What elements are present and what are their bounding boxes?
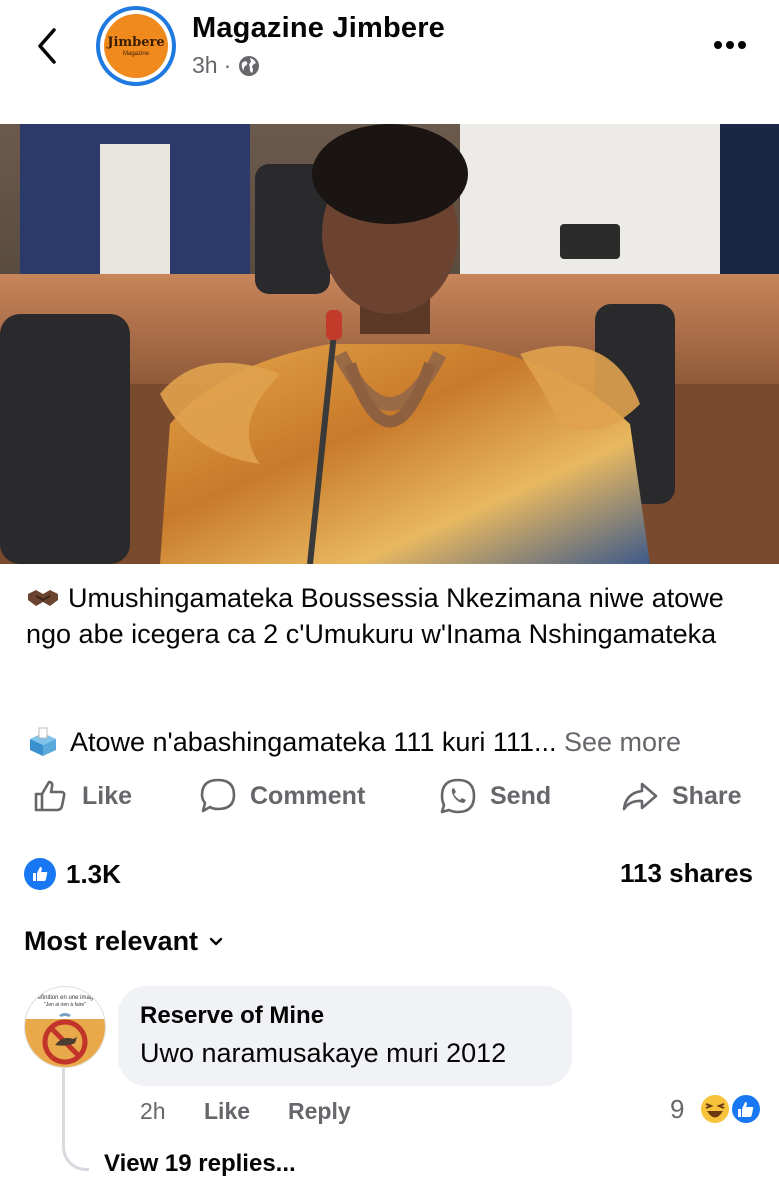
meta-separator: · (223, 52, 232, 78)
comment-icon (200, 778, 236, 813)
second-line-text: Atowe n'abashingamateka 111 kuri 111... (70, 727, 557, 757)
chevron-down-icon (209, 937, 223, 945)
reactions-summary[interactable]: 1.3K (24, 858, 121, 890)
send-button[interactable]: Send (438, 770, 551, 822)
comments-sort-dropdown[interactable]: Most relevant (24, 926, 224, 957)
comment-author[interactable]: Reserve of Mine (140, 1002, 324, 1030)
more-options-icon[interactable] (710, 30, 750, 60)
like-reaction-icon (24, 858, 56, 890)
comment-button[interactable]: Comment (198, 770, 365, 822)
ballot-box-icon (30, 727, 56, 756)
handshake-icon (28, 590, 58, 606)
shares-count[interactable]: 113 shares (620, 858, 753, 889)
caption-text: Umushingamateka Boussessia Nkezimana niw… (26, 583, 724, 649)
post-second-line: Atowe n'abashingamateka 111 kuri 111... … (26, 724, 766, 760)
comment-text: Uwo naramusakaye muri 2012 (140, 1038, 507, 1068)
commenter-avatar[interactable]: Définition en une image "Jen ai rien à f… (24, 986, 106, 1068)
comment-reactions[interactable] (698, 1092, 764, 1126)
page-avatar[interactable]: Jimbere Magazine (96, 6, 176, 86)
thumbs-up-icon (34, 780, 66, 812)
comment-label: Comment (250, 781, 366, 810)
globe-icon (239, 55, 260, 76)
sort-label: Most relevant (24, 926, 199, 956)
post-meta: 3h · (192, 52, 261, 79)
share-icon (622, 782, 658, 811)
share-button[interactable]: Share (620, 770, 741, 822)
post-time[interactable]: 3h (192, 52, 218, 79)
comment-like-button[interactable]: Like (204, 1098, 250, 1125)
commenter-avatar-caption: Définition en une image (33, 995, 97, 1001)
like-label: Like (82, 781, 133, 810)
page-name[interactable]: Magazine Jimbere (192, 12, 445, 45)
view-replies-link[interactable]: View 19 replies... (104, 1150, 296, 1178)
commenter-avatar-subcaption: "Jen ai rien à faire" (44, 1002, 86, 1008)
post-action-bar: Like Comment Send Share (0, 770, 779, 822)
share-label: Share (672, 781, 742, 810)
post-caption: Umushingamateka Boussessia Nkezimana niw… (26, 580, 766, 652)
avatar-sub-text: Magazine (122, 51, 149, 57)
post-photo[interactable] (0, 124, 779, 564)
reply-thread-line (62, 1068, 89, 1171)
like-button[interactable]: Like (30, 770, 132, 822)
back-arrow-icon[interactable] (30, 24, 66, 68)
comment-reaction-count[interactable]: 9 (670, 1094, 684, 1125)
see-more-link[interactable]: See more (564, 727, 681, 757)
send-label: Send (490, 781, 552, 810)
haha-reaction-icon (699, 1093, 731, 1125)
avatar-brand-text: Jimbere (107, 35, 165, 50)
comment-time: 2h (140, 1098, 166, 1124)
whatsapp-icon (440, 778, 476, 814)
comment-bubble[interactable] (118, 986, 572, 1086)
like-reaction-small-icon (730, 1093, 762, 1125)
reactions-count: 1.3K (66, 858, 121, 889)
comment-reply-button[interactable]: Reply (288, 1098, 351, 1125)
